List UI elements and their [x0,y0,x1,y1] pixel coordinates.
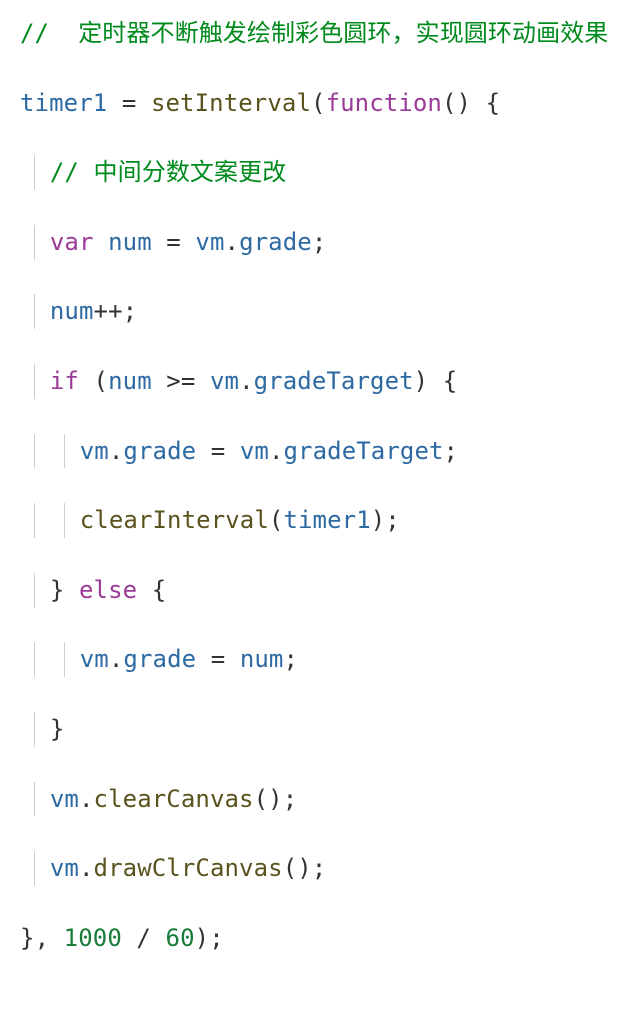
code-line: var num = vm.grade; [20,225,620,260]
paren: ( [79,367,108,395]
fn-drawClrCanvas: drawClrCanvas [94,854,283,882]
code-block: // 定时器不断触发绘制彩色圆环，实现圆环动画效果 timer1 = setIn… [20,16,620,990]
dot: . [109,645,124,673]
kw-var: var [50,228,94,256]
paren: ); [195,924,224,952]
number: 1000 [64,924,122,952]
comment: // 中间分数文案更改 [50,158,286,186]
dot: . [79,785,94,813]
paren: (); [283,854,327,882]
semi: ; [283,645,298,673]
ident-timer1: timer1 [20,89,107,117]
operator: = [152,228,196,256]
ident-num: num [108,228,152,256]
ident-timer1: timer1 [283,506,370,534]
dot: . [269,437,284,465]
ident-vm: vm [50,785,79,813]
code-line: vm.grade = num; [20,642,620,677]
fn-setInterval: setInterval [151,89,311,117]
brace: } [50,715,65,743]
code-line: if (num >= vm.gradeTarget) { [20,364,620,399]
operator: = [196,437,240,465]
kw-if: if [50,367,79,395]
operator: = [196,645,240,673]
ident-vm: vm [80,645,109,673]
code-line: vm.clearCanvas(); [20,782,620,817]
paren: ( [311,89,326,117]
space [64,576,79,604]
ident-vm: vm [240,437,269,465]
comma: , [35,924,64,952]
ident-grade: grade [239,228,312,256]
paren: ( [269,506,284,534]
kw-function: function [326,89,442,117]
code-line: // 定时器不断触发绘制彩色圆环，实现圆环动画效果 [20,16,620,51]
operator: / [122,924,166,952]
code-line: timer1 = setInterval(function() { [20,86,620,121]
space [94,228,109,256]
paren: (); [254,785,298,813]
ident-vm: vm [210,367,239,395]
ident-num: num [50,297,94,325]
ident-gradeTarget: gradeTarget [254,367,414,395]
operator: = [107,89,151,117]
semi: ; [444,437,459,465]
dot: . [239,367,254,395]
ident-grade: grade [123,645,196,673]
operator: >= [152,367,210,395]
dot: . [225,228,240,256]
code-line: clearInterval(timer1); [20,503,620,538]
ident-grade: grade [123,437,196,465]
brace: { [471,89,500,117]
semi: ; [312,228,327,256]
paren: ); [371,506,400,534]
comment: // 定时器不断触发绘制彩色圆环，实现圆环动画效果 [20,19,608,47]
kw-else: else [79,576,137,604]
ident-num: num [240,645,284,673]
ident-vm: vm [80,437,109,465]
dot: . [109,437,124,465]
dot: . [79,854,94,882]
paren: () [442,89,471,117]
fn-clearInterval: clearInterval [80,506,269,534]
code-line: // 中间分数文案更改 [20,155,620,190]
fn-clearCanvas: clearCanvas [94,785,254,813]
ident-gradeTarget: gradeTarget [284,437,444,465]
ident-num: num [108,367,152,395]
brace: } [50,576,65,604]
operator: ++; [94,297,138,325]
code-line: num++; [20,294,620,329]
ident-vm: vm [195,228,224,256]
paren: ) { [414,367,458,395]
ident-vm: vm [50,854,79,882]
code-line: vm.grade = vm.gradeTarget; [20,434,620,469]
code-line: }, 1000 / 60); [20,921,620,956]
brace: { [137,576,166,604]
brace: } [20,924,35,952]
number: 60 [166,924,195,952]
code-line: } else { [20,573,620,608]
code-line: vm.drawClrCanvas(); [20,851,620,886]
code-line: } [20,712,620,747]
